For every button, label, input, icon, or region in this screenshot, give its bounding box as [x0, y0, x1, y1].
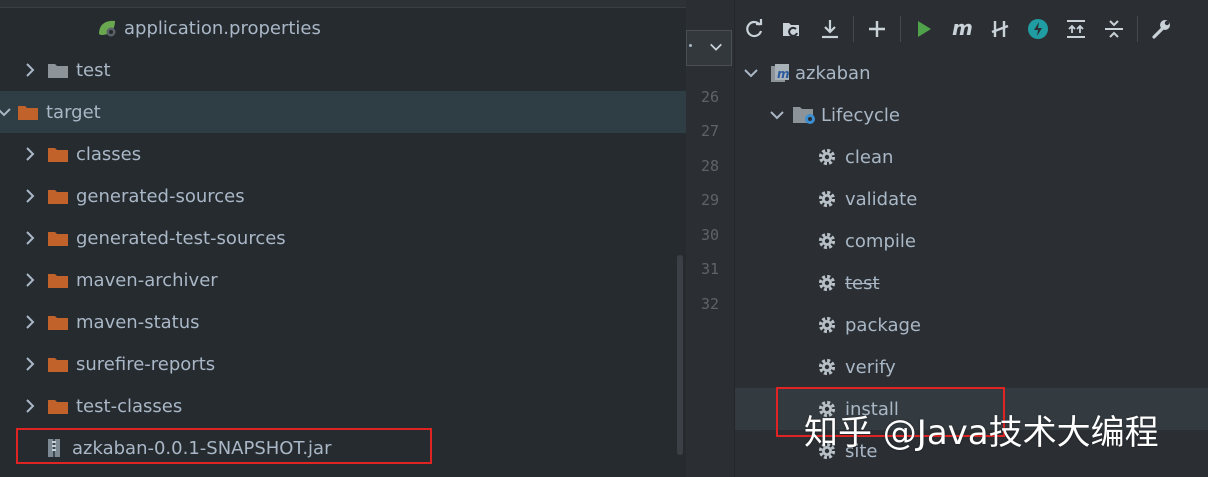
add-icon[interactable] — [858, 10, 896, 48]
reload-icon[interactable] — [735, 10, 773, 48]
project-tree-panel: application.properties test target class… — [0, 0, 686, 477]
popup-marker — [689, 44, 692, 47]
maven-goal-label: verify — [845, 356, 896, 378]
maven-module-icon: m — [769, 62, 791, 84]
chevron-down-icon[interactable] — [0, 104, 12, 120]
lifecycle-label: Lifecycle — [821, 104, 900, 126]
chevron-right-icon[interactable] — [22, 146, 38, 162]
folder-orange-icon — [48, 188, 68, 204]
svg-text:m: m — [952, 18, 973, 40]
maven-goal-test[interactable]: test — [735, 262, 1208, 304]
collapse-all-icon[interactable] — [1095, 10, 1133, 48]
gear-icon — [817, 189, 837, 209]
gear-icon — [817, 273, 837, 293]
chevron-right-icon[interactable] — [22, 314, 38, 330]
tree-item-target[interactable]: target — [0, 91, 686, 133]
tree-item-test[interactable]: test — [0, 49, 686, 91]
maven-lifecycle-node[interactable]: Lifecycle — [735, 94, 1208, 136]
chevron-down-icon[interactable] — [709, 39, 723, 58]
folder-gray-icon — [48, 62, 68, 78]
maven-goal-label: compile — [845, 230, 916, 252]
chevron-right-icon[interactable] — [22, 188, 38, 204]
line-number: 26 — [700, 88, 720, 106]
tree-item-surefire-reports[interactable]: surefire-reports — [0, 343, 686, 385]
chevron-right-icon[interactable] — [22, 272, 38, 288]
gear-icon — [817, 315, 837, 335]
expand-all-icon[interactable] — [1057, 10, 1095, 48]
svg-text:m: m — [777, 67, 790, 81]
line-number: 29 — [700, 191, 720, 209]
maven-goal-label: clean — [845, 146, 894, 168]
skip-tests-icon[interactable] — [981, 10, 1019, 48]
folder-orange-icon — [48, 230, 68, 246]
maven-toolbar: m — [735, 8, 1208, 50]
tree-item-label: surefire-reports — [76, 353, 216, 375]
maven-goal-icon[interactable]: m — [943, 10, 981, 48]
tree-item-application-properties[interactable]: application.properties — [0, 7, 686, 49]
watermark-text: 知乎 @Java技术大编程 — [804, 413, 1159, 453]
generate-sources-icon[interactable] — [773, 10, 811, 48]
toolbar-separator — [1137, 16, 1138, 42]
folder-orange-icon — [48, 398, 68, 414]
toolbar-separator — [900, 16, 901, 42]
maven-goal-label-skipped: test — [845, 272, 880, 294]
tree-item-label: maven-archiver — [76, 269, 218, 291]
scrollbar-thumb[interactable] — [677, 255, 683, 455]
tree-item-maven-status[interactable]: maven-status — [0, 301, 686, 343]
gear-icon — [817, 147, 837, 167]
tree-item-label: generated-test-sources — [76, 227, 286, 249]
maven-project-azkaban[interactable]: m azkaban — [735, 52, 1208, 94]
highlight-box-jar — [16, 428, 432, 464]
chevron-right-icon[interactable] — [22, 398, 38, 414]
folder-orange-icon — [18, 104, 38, 120]
tree-item-label: maven-status — [76, 311, 200, 333]
tree-item-classes[interactable]: classes — [0, 133, 686, 175]
line-number: 32 — [700, 295, 720, 313]
maven-goal-clean[interactable]: clean — [735, 136, 1208, 178]
chevron-down-icon[interactable] — [769, 107, 785, 123]
tree-item-generated-sources[interactable]: generated-sources — [0, 175, 686, 217]
maven-project-label: azkaban — [795, 62, 871, 84]
line-number: 30 — [700, 226, 720, 244]
gear-icon — [817, 231, 837, 251]
spring-leaf-icon — [96, 18, 118, 38]
tree-item-label: test-classes — [76, 395, 183, 417]
toolbar-separator — [853, 16, 854, 42]
maven-goal-compile[interactable]: compile — [735, 220, 1208, 262]
tree-item-label: test — [76, 59, 111, 81]
tree-item-maven-archiver[interactable]: maven-archiver — [0, 259, 686, 301]
maven-goal-verify[interactable]: verify — [735, 346, 1208, 388]
lifecycle-folder-icon — [793, 105, 817, 125]
run-icon[interactable] — [905, 10, 943, 48]
maven-goal-label: package — [845, 314, 921, 336]
chevron-right-icon[interactable] — [22, 230, 38, 246]
tree-item-generated-test-sources[interactable]: generated-test-sources — [0, 217, 686, 259]
tree-item-label: classes — [76, 143, 142, 165]
maven-goal-validate[interactable]: validate — [735, 178, 1208, 220]
folder-orange-icon — [48, 272, 68, 288]
line-number: 27 — [700, 122, 720, 140]
tree-item-label: generated-sources — [76, 185, 245, 207]
offline-icon[interactable] — [1019, 10, 1057, 48]
line-number: 28 — [700, 157, 720, 175]
settings-wrench-icon[interactable] — [1142, 10, 1180, 48]
line-number: 31 — [700, 260, 720, 278]
chevron-right-icon[interactable] — [22, 356, 38, 372]
editor-dropdown-popup[interactable] — [686, 30, 732, 66]
folder-orange-icon — [48, 356, 68, 372]
tree-item-label: target — [46, 101, 101, 123]
maven-goal-package[interactable]: package — [735, 304, 1208, 346]
maven-goal-label: validate — [845, 188, 918, 210]
chevron-right-icon[interactable] — [22, 62, 38, 78]
chevron-down-icon[interactable] — [743, 65, 759, 81]
folder-orange-icon — [48, 314, 68, 330]
tree-item-label: application.properties — [124, 17, 321, 39]
gear-icon — [817, 357, 837, 377]
download-icon[interactable] — [811, 10, 849, 48]
tree-item-test-classes[interactable]: test-classes — [0, 385, 686, 427]
folder-orange-icon — [48, 146, 68, 162]
